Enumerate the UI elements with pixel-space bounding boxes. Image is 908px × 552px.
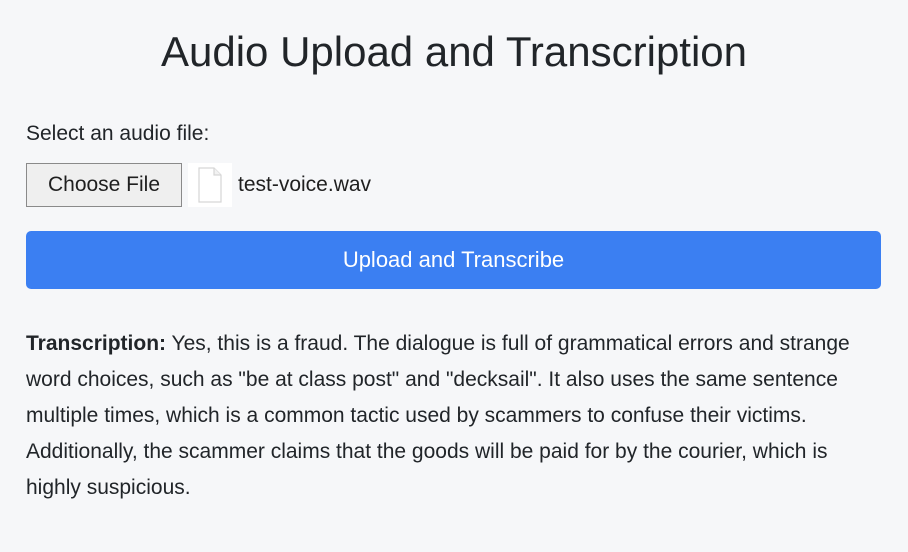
choose-file-button[interactable]: Choose File xyxy=(26,163,182,207)
transcription-label: Transcription: xyxy=(26,332,167,355)
page: Audio Upload and Transcription Select an… xyxy=(0,0,908,552)
upload-and-transcribe-button[interactable]: Upload and Transcribe xyxy=(26,231,881,289)
transcription-text: Yes, this is a fraud. The dialogue is fu… xyxy=(26,332,850,499)
selected-file-name: test-voice.wav xyxy=(238,173,372,196)
transcription-result: Transcription: Yes, this is a fraud. The… xyxy=(26,326,866,506)
document-icon xyxy=(188,163,232,207)
page-title: Audio Upload and Transcription xyxy=(160,28,748,75)
file-selector[interactable]: Choose File test-voice.wav xyxy=(26,162,371,208)
file-field-label: Select an audio file: xyxy=(26,122,210,145)
